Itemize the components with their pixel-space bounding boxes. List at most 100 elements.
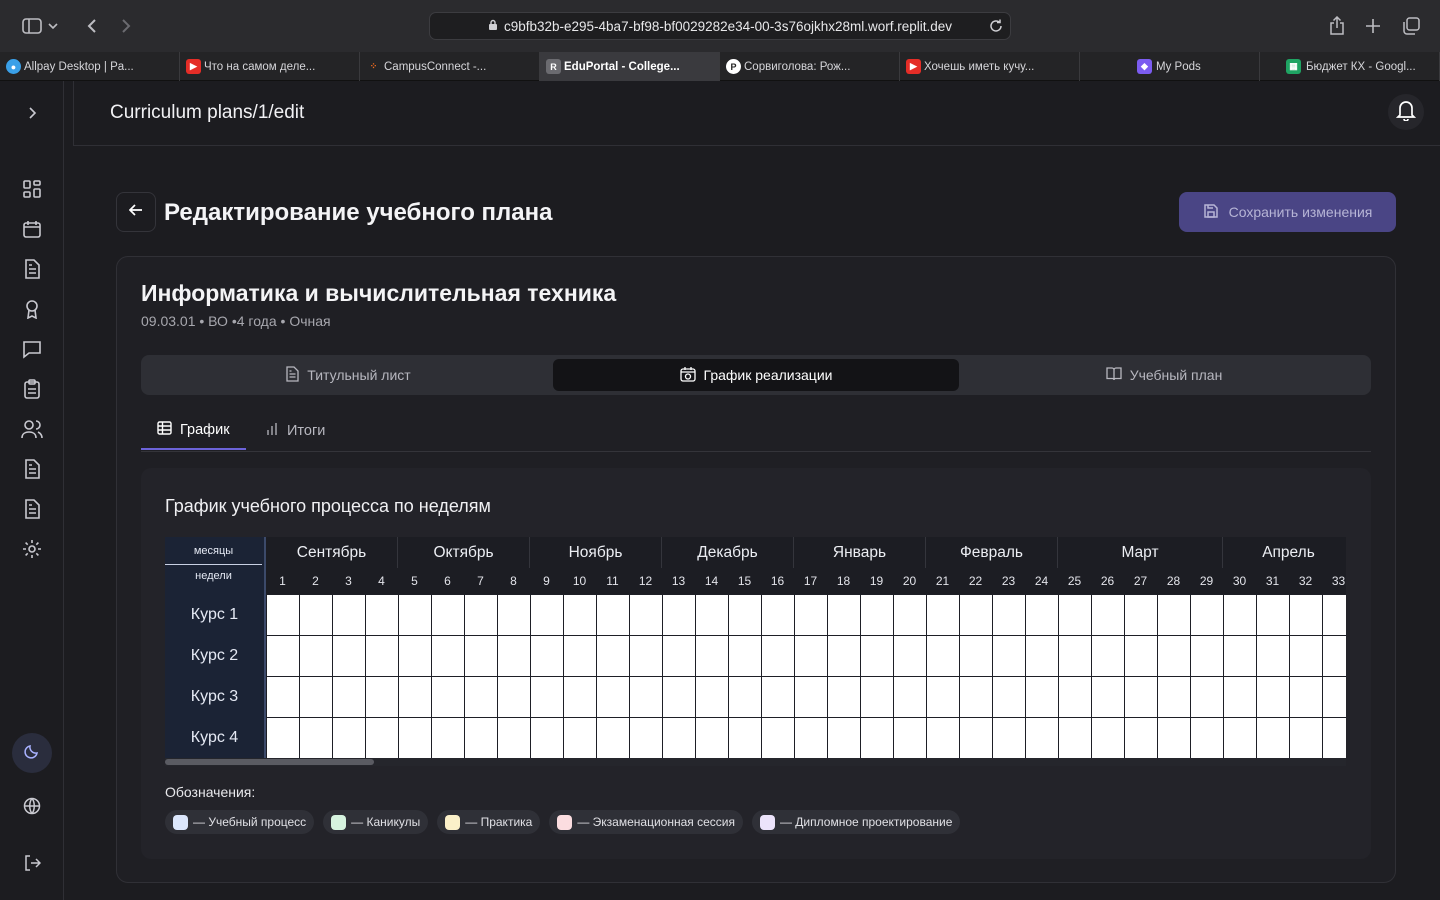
save-button-label: Сохранить изменения — [1228, 204, 1373, 220]
legend-swatch — [759, 814, 775, 830]
browser-tab-title: EduPortal - College... — [564, 60, 680, 73]
youtube-icon: ▶ — [186, 59, 201, 74]
dashboard-icon[interactable] — [20, 177, 44, 201]
tab-title-page[interactable]: Титульный лист — [145, 359, 551, 391]
chat-icon[interactable] — [20, 337, 44, 361]
share-icon[interactable] — [1325, 14, 1349, 38]
browser-tab-strip: ● Allpay Desktop | Pa... ▶ Что на самом де… — [0, 52, 1440, 81]
users-icon[interactable] — [20, 417, 44, 441]
month-header: Ноябрь — [530, 537, 662, 568]
expand-sidebar-icon[interactable] — [20, 101, 44, 125]
tab-label: Титульный лист — [307, 367, 411, 383]
subtab-totals[interactable]: Итоги — [249, 411, 341, 451]
new-tab-icon[interactable] — [1361, 14, 1385, 38]
week-number: 29 — [1199, 574, 1214, 588]
week-number: 15 — [737, 574, 752, 588]
months-label: месяцы — [165, 537, 262, 565]
month-header: Январь — [794, 537, 926, 568]
browser-tab-title: Хочешь иметь кучу... — [924, 60, 1035, 73]
week-cells[interactable] — [266, 594, 1346, 758]
browser-tab[interactable]: ⁘ CampusConnect -... — [360, 52, 540, 81]
url-text: c9bfb32b-e295-4ba7-bf98-bf0029282e34-00-… — [503, 18, 953, 34]
week-number: 6 — [444, 574, 451, 588]
week-number: 16 — [770, 574, 785, 588]
tab-study-plan[interactable]: Учебный план — [961, 359, 1367, 391]
back-button[interactable] — [116, 192, 156, 232]
browser-tab[interactable]: ▦ Бюджет КХ - Googl... — [1260, 52, 1440, 81]
calendar-icon[interactable] — [20, 217, 44, 241]
browser-tab[interactable]: ◆ My Pods — [1080, 52, 1260, 81]
reload-icon[interactable] — [988, 18, 1004, 37]
browser-tab[interactable]: ● Allpay Desktop | Pa... — [0, 52, 180, 81]
browser-toolbar: c9bfb32b-e295-4ba7-bf98-bf0029282e34-00-… — [0, 0, 1440, 52]
month-header: Сентябрь — [266, 537, 398, 568]
globe-icon[interactable] — [20, 794, 44, 818]
browser-tab-title: Бюджет КХ - Googl... — [1306, 60, 1416, 73]
back-nav-icon[interactable] — [80, 14, 104, 38]
legend: — Учебный процесс — Каникулы — Практика — Э… — [165, 810, 961, 834]
tab-schedule[interactable]: График реализации — [553, 359, 959, 391]
allpay-icon: ● — [6, 59, 21, 74]
week-number: 11 — [606, 574, 619, 588]
week-number: 21 — [935, 574, 950, 588]
browser-tab-active[interactable]: R EduPortal - College... — [540, 52, 720, 81]
notifications-button[interactable] — [1388, 94, 1424, 130]
week-number: 30 — [1232, 574, 1247, 588]
tab-label: График реализации — [703, 367, 833, 383]
document-icon[interactable] — [20, 257, 44, 281]
legend-swatch — [173, 814, 188, 830]
week-number: 12 — [638, 574, 653, 588]
forward-nav-icon[interactable] — [114, 14, 138, 38]
subtab-label: График — [180, 421, 230, 438]
browser-tab[interactable]: P Сорвиголова: Рож... — [720, 52, 900, 81]
week-number: 32 — [1298, 574, 1313, 588]
settings-icon[interactable] — [20, 537, 44, 561]
chevron-down-icon[interactable] — [46, 14, 60, 38]
tab-overview-icon[interactable] — [1399, 14, 1423, 38]
award-icon[interactable] — [20, 297, 44, 321]
browser-tab-title: Сорвиголова: Рож... — [744, 60, 851, 73]
legend-label: — Дипломное проектирование — [779, 815, 953, 829]
page-title: Редактирование учебного плана — [164, 199, 553, 226]
subtab-label: Итоги — [287, 423, 326, 439]
report-icon[interactable] — [20, 497, 44, 521]
week-number: 2 — [312, 574, 319, 588]
file-text-icon[interactable] — [20, 457, 44, 481]
week-number: 9 — [543, 574, 550, 588]
course-row-label: Курс 3 — [165, 676, 266, 717]
save-button[interactable]: Сохранить изменения — [1179, 192, 1396, 232]
horizontal-scrollbar[interactable] — [165, 758, 1346, 766]
address-bar[interactable]: c9bfb32b-e295-4ba7-bf98-bf0029282e34-00-… — [429, 12, 1011, 40]
section-switcher: Титульный лист График реализации Учебный… — [141, 355, 1371, 395]
program-meta: 09.03.01 • ВО •4 года • Очная — [141, 313, 331, 329]
scrollbar-thumb[interactable] — [165, 759, 374, 765]
legend-label: — Каникулы — [351, 815, 421, 829]
theme-toggle-button[interactable] — [12, 733, 52, 773]
legend-item: — Учебный процесс — [165, 810, 315, 834]
course-row-label: Курс 2 — [165, 635, 266, 676]
logout-icon[interactable] — [20, 851, 44, 875]
week-number: 10 — [572, 574, 587, 588]
pods-icon: ◆ — [1137, 59, 1152, 74]
sheets-icon: ▦ — [1286, 59, 1301, 74]
legend-label: — Практика — [465, 815, 533, 829]
browser-tab-title: Что на самом деле... — [204, 60, 316, 73]
subtab-chart[interactable]: График — [141, 411, 246, 450]
app-sidebar — [0, 81, 64, 900]
week-number: 8 — [510, 574, 517, 588]
browser-tab-title: CampusConnect -... — [384, 60, 487, 73]
moon-icon — [24, 743, 40, 764]
app-header: Curriculum plans/1/edit — [73, 81, 1440, 146]
sidebar-toggle-icon[interactable] — [20, 14, 44, 38]
browser-tab[interactable]: ▶ Что на самом деле... — [180, 52, 360, 81]
week-number: 7 — [477, 574, 484, 588]
book-icon — [1106, 366, 1122, 384]
youtube-icon: ▶ — [906, 59, 921, 74]
month-header: Декабрь — [662, 537, 794, 568]
course-row-label: Курс 4 — [165, 717, 266, 758]
browser-tab[interactable]: ▶ Хочешь иметь кучу... — [900, 52, 1080, 81]
reader-icon: P — [726, 59, 741, 74]
table-icon — [157, 420, 172, 439]
clipboard-icon[interactable] — [20, 377, 44, 401]
legend-label: — Учебный процесс — [193, 815, 307, 829]
